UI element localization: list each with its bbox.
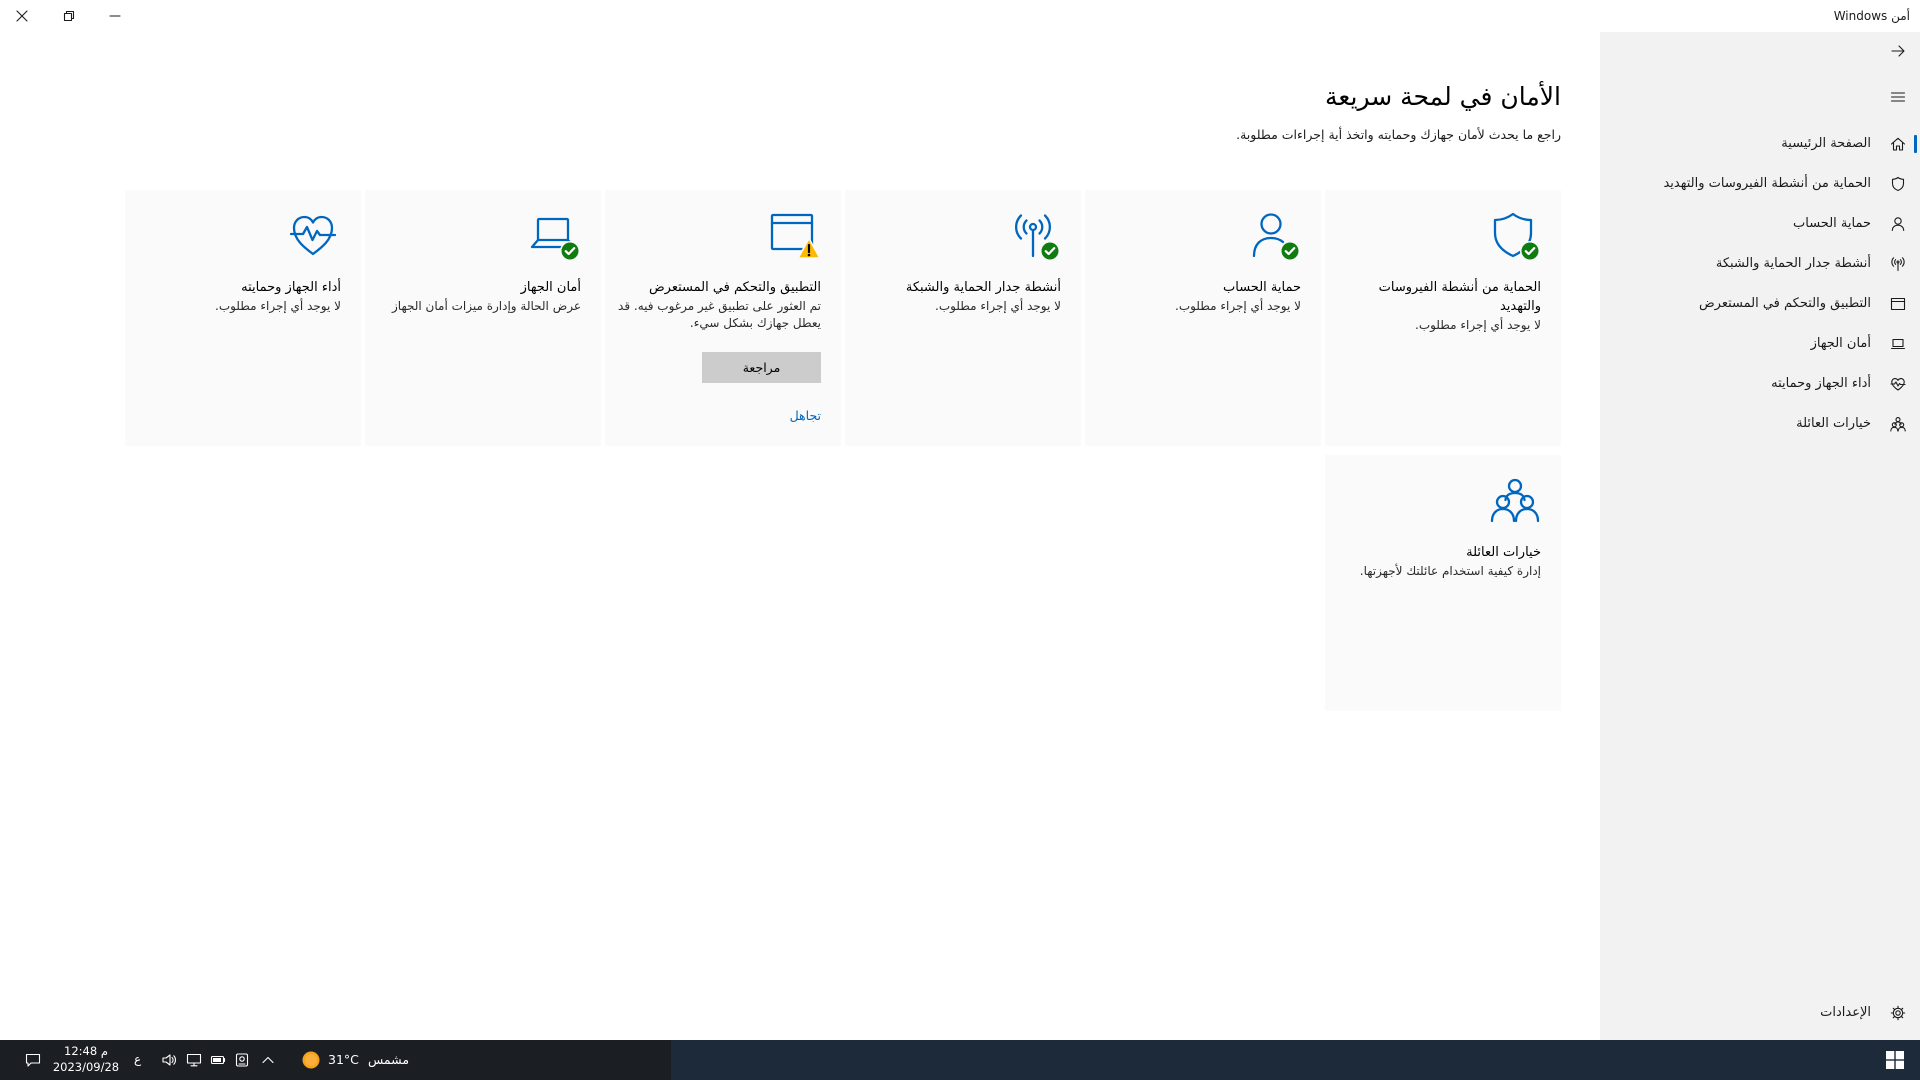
sidebar-item-label: التطبيق والتحكم في المستعرض [1698, 296, 1871, 311]
check-badge-icon [1520, 241, 1540, 261]
minimize-icon [109, 15, 121, 17]
tile-title: التطبيق والتحكم في المستعرض [648, 280, 821, 295]
tile-title: الحماية من أنشطة الفيروسات والتهديد [1378, 280, 1541, 314]
close-icon [16, 10, 28, 22]
battery-icon[interactable] [210, 1052, 226, 1068]
tile-family-options[interactable]: خيارات العائلة إدارة كيفية استخدام عائلت… [1325, 455, 1561, 711]
tile-desc: إدارة كيفية استخدام عائلتك لأجهزتها. [1359, 564, 1541, 578]
tile-firewall[interactable]: أنشطة جدار الحماية والشبكة لا يوجد أي إج… [845, 190, 1081, 446]
shield-icon [1493, 212, 1540, 261]
hamburger-menu-icon [1890, 92, 1906, 102]
sidebar-item-account-protection[interactable]: حماية الحساب [1600, 204, 1920, 244]
person-icon [1891, 217, 1905, 232]
hamburger-menu-button[interactable] [1600, 77, 1920, 117]
selected-indicator [1914, 135, 1917, 153]
tile-title: أمان الجهاز [520, 280, 581, 295]
check-badge-icon [560, 241, 580, 261]
weather-condition[interactable]: مشمس [368, 1052, 409, 1067]
main-content: الأمان في لمحة سريعة راجع ما يحدث لأمان … [0, 32, 1600, 1040]
sidebar-item-label: أمان الجهاز [1810, 336, 1871, 351]
gear-icon [1890, 1005, 1906, 1021]
check-badge-icon [1040, 241, 1060, 261]
tiles-grid: الحماية من أنشطة الفيروسات والتهديد لا ي… [125, 190, 1561, 711]
tile-app-browser-control[interactable]: التطبيق والتحكم في المستعرض تم العثور عل… [605, 190, 841, 446]
tile-desc: لا يوجد أي إجراء مطلوب. [1175, 299, 1301, 313]
weather-temperature[interactable]: 31°C [328, 1052, 359, 1067]
tile-desc: لا يوجد أي إجراء مطلوب. [215, 299, 341, 313]
chevron-up-icon[interactable] [260, 1052, 276, 1068]
settings-label: الإعدادات [1820, 1005, 1871, 1020]
tile-title: أنشطة جدار الحماية والشبكة [905, 280, 1061, 295]
page-title: الأمان في لمحة سريعة [1325, 82, 1561, 111]
app-title: أمن Windows [1833, 9, 1910, 23]
sidebar-item-home[interactable]: الصفحة الرئيسية [1600, 124, 1920, 164]
notification-icon[interactable] [25, 1052, 41, 1068]
sidebar-item-device-security[interactable]: أمان الجهاز [1600, 324, 1920, 364]
tile-title: خيارات العائلة [1466, 545, 1541, 560]
taskbar: 12:48 م 2023/09/28 ع 31°C مشمس [0, 1040, 1920, 1080]
restore-button[interactable] [47, 0, 91, 32]
tile-desc: لا يوجد أي إجراء مطلوب. [1415, 318, 1541, 332]
minimize-button[interactable] [93, 0, 137, 32]
back-button[interactable] [1600, 32, 1920, 70]
antenna-icon [1891, 257, 1905, 272]
sidebar-item-app-browser-control[interactable]: التطبيق والتحكم في المستعرض [1600, 284, 1920, 324]
antenna-icon [1014, 214, 1060, 261]
person-icon [1252, 213, 1300, 261]
input-language-indicator[interactable]: ع [134, 1052, 141, 1067]
page-subtitle: راجع ما يحدث لأمان جهازك وحمايته واتخذ أ… [1236, 127, 1561, 142]
sidebar-item-label: حماية الحساب [1793, 216, 1871, 231]
tile-title: حماية الحساب [1223, 280, 1301, 295]
sidebar-item-label: أداء الجهاز وحمايته [1771, 376, 1871, 391]
tile-device-security[interactable]: أمان الجهاز عرض الحالة وإدارة ميزات أمان… [365, 190, 601, 446]
sun-icon[interactable] [301, 1050, 321, 1070]
family-icon [1490, 478, 1540, 523]
check-badge-icon [1280, 241, 1300, 261]
home-icon [1890, 137, 1906, 151]
heart-pulse-icon [289, 215, 337, 256]
restore-icon [63, 10, 75, 22]
sidebar-item-family-options[interactable]: خيارات العائلة [1600, 404, 1920, 444]
sidebar-item-label: الصفحة الرئيسية [1781, 136, 1871, 151]
browser-window-icon [1890, 297, 1906, 311]
tile-title: أداء الجهاز وحمايته [241, 280, 341, 295]
review-button[interactable]: مراجعة [702, 352, 821, 383]
sidebar-item-label: خيارات العائلة [1796, 416, 1871, 431]
volume-icon[interactable] [161, 1052, 177, 1068]
tile-desc: لا يوجد أي إجراء مطلوب. [935, 299, 1061, 313]
taskbar-date[interactable]: 2023/09/28 [50, 1060, 122, 1075]
browser-window-icon [770, 213, 821, 259]
dismiss-link[interactable]: تجاهل [790, 408, 821, 423]
close-button[interactable] [0, 0, 44, 32]
network-icon[interactable] [186, 1052, 202, 1068]
tile-virus-protection[interactable]: الحماية من أنشطة الفيروسات والتهديد لا ي… [1325, 190, 1561, 446]
family-icon [1890, 417, 1906, 432]
title-bar: أمن Windows [0, 0, 1920, 32]
tile-desc: تم العثور على تطبيق غير مرغوب فيه. قد يع… [618, 299, 821, 330]
sidebar-item-virus-protection[interactable]: الحماية من أنشطة الفيروسات والتهديد [1600, 164, 1920, 204]
shield-icon [1891, 176, 1905, 192]
taskbar-time[interactable]: 12:48 م [50, 1044, 122, 1059]
laptop-icon [1890, 338, 1906, 350]
sidebar-item-settings[interactable]: الإعدادات [1600, 993, 1920, 1033]
sidebar-item-firewall[interactable]: أنشطة جدار الحماية والشبكة [1600, 244, 1920, 284]
sidebar: الصفحة الرئيسية الحماية من أنشطة الفيروس… [1600, 32, 1920, 1040]
tile-device-performance[interactable]: أداء الجهاز وحمايته لا يوجد أي إجراء مطل… [125, 190, 361, 446]
windows-start-icon[interactable] [1886, 1051, 1904, 1069]
laptop-icon [530, 217, 580, 261]
heart-pulse-icon [1890, 378, 1906, 391]
sidebar-item-label: أنشطة جدار الحماية والشبكة [1715, 256, 1871, 271]
sidebar-item-device-performance[interactable]: أداء الجهاز وحمايته [1600, 364, 1920, 404]
tile-account-protection[interactable]: حماية الحساب لا يوجد أي إجراء مطلوب. [1085, 190, 1321, 446]
meet-now-icon[interactable] [234, 1052, 250, 1068]
tile-desc: عرض الحالة وإدارة ميزات أمان الجهاز [392, 299, 581, 313]
back-arrow-icon [1891, 45, 1905, 57]
sidebar-item-label: الحماية من أنشطة الفيروسات والتهديد [1663, 176, 1871, 191]
